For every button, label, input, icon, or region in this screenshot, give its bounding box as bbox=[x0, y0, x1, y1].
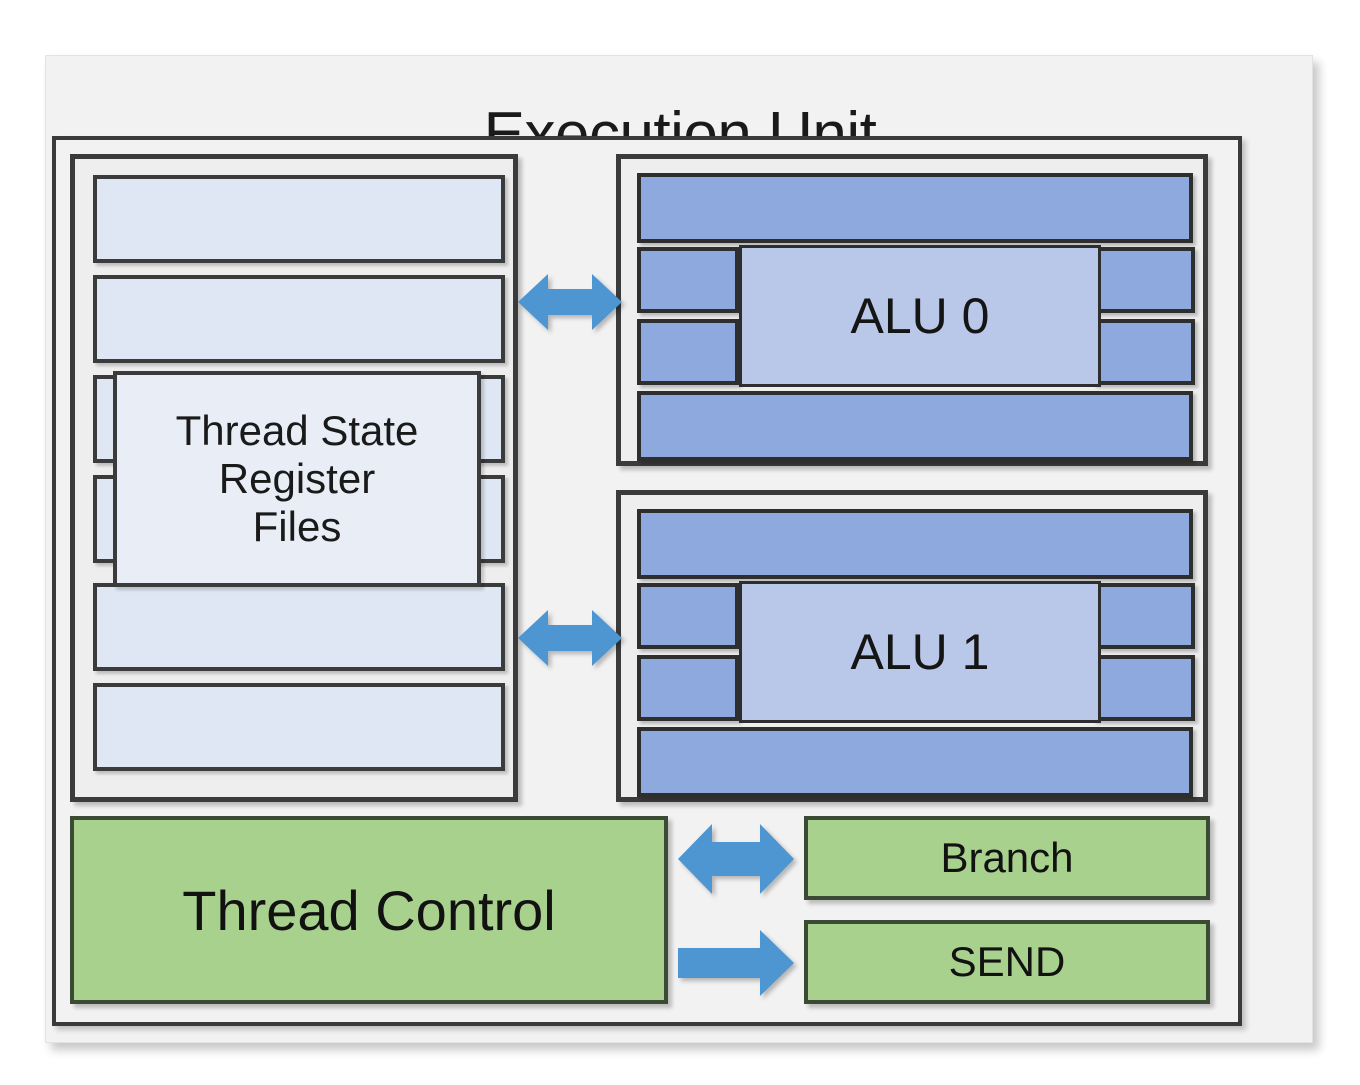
execution-unit-inner-panel: Thread State Register Files ALU 0 ALU 1 … bbox=[52, 136, 1242, 1026]
double-arrow-icon-rf-alu0 bbox=[518, 268, 622, 336]
double-arrow-icon-rf-alu1 bbox=[518, 604, 622, 672]
right-arrow-icon-tc-send bbox=[678, 926, 794, 1000]
register-file-bar bbox=[93, 175, 505, 263]
alu-bar bbox=[637, 727, 1193, 797]
alu-bar bbox=[637, 319, 739, 385]
thread-control-label: Thread Control bbox=[182, 878, 556, 942]
diagram-canvas: Execution Unit Thread State Register Fil… bbox=[0, 0, 1360, 1085]
alu-bar bbox=[637, 655, 739, 721]
register-file-bar bbox=[93, 583, 505, 671]
alu-1-label: ALU 1 bbox=[739, 581, 1101, 723]
alu-bar bbox=[637, 173, 1193, 243]
tsrf-line-3: Files bbox=[252, 502, 342, 550]
double-arrow-icon-tc-branch bbox=[678, 818, 794, 900]
alu-bar bbox=[1093, 319, 1195, 385]
thread-state-register-files-group: Thread State Register Files bbox=[70, 154, 518, 802]
alu-bar bbox=[637, 583, 739, 649]
alu-bar bbox=[1093, 247, 1195, 313]
register-file-bar bbox=[93, 683, 505, 771]
branch-label: Branch bbox=[940, 834, 1074, 881]
alu-bar bbox=[637, 247, 739, 313]
thread-state-register-files-label: Thread State Register Files bbox=[113, 371, 481, 587]
register-file-bar bbox=[93, 275, 505, 363]
execution-unit-card: Execution Unit Thread State Register Fil… bbox=[45, 55, 1313, 1043]
alu-1-group: ALU 1 bbox=[616, 490, 1208, 802]
alu-0-label: ALU 0 bbox=[739, 245, 1101, 387]
thread-control-box: Thread Control bbox=[70, 816, 668, 1004]
branch-box: Branch bbox=[804, 816, 1210, 900]
tsrf-line-2: Register bbox=[218, 455, 376, 503]
alu-bar bbox=[637, 391, 1193, 461]
alu-0-group: ALU 0 bbox=[616, 154, 1208, 466]
alu-bar bbox=[637, 509, 1193, 579]
send-box: SEND bbox=[804, 920, 1210, 1004]
send-label: SEND bbox=[948, 938, 1066, 985]
alu-bar bbox=[1093, 655, 1195, 721]
alu-bar bbox=[1093, 583, 1195, 649]
tsrf-line-1: Thread State bbox=[175, 407, 419, 455]
